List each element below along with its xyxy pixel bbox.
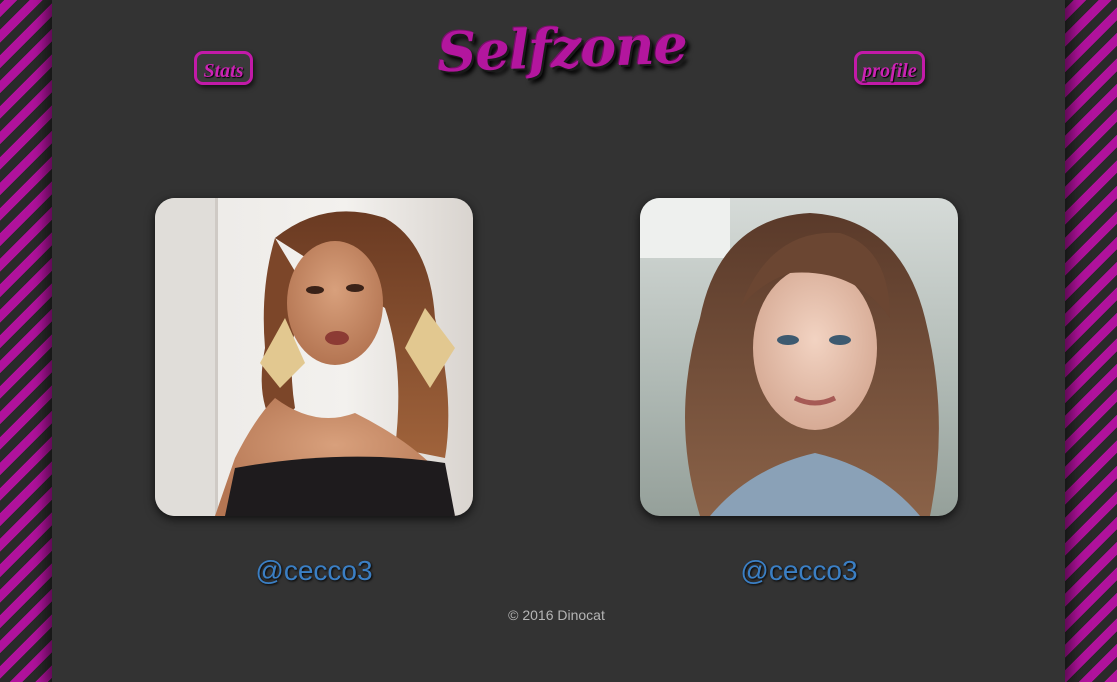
site-logo[interactable]: Selfzone [431,11,693,85]
selfie-image-left [155,198,473,516]
footer-copyright: © 2016 Dinocat [508,607,605,623]
page-container: Stats Selfzone profile @cecco3 @cecco3 ©… [52,0,1065,682]
user-handle-left[interactable]: @cecco3 [155,555,473,587]
selfie-photo-right[interactable] [640,198,958,516]
profile-button[interactable]: profile [854,51,925,85]
stats-button[interactable]: Stats [194,51,253,85]
user-handle-right[interactable]: @cecco3 [640,555,958,587]
selfie-photo-left[interactable] [155,198,473,516]
stats-button-label: Stats [203,60,244,82]
selfie-image-right [640,198,958,516]
profile-button-label: profile [862,60,917,82]
